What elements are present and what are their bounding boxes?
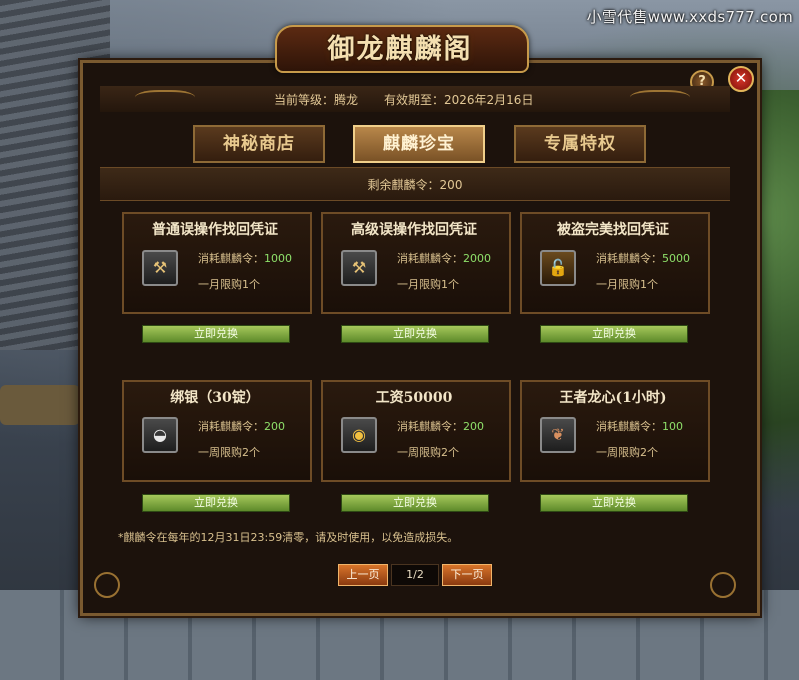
item-cost: 消耗麒麟令：200: [397, 420, 484, 433]
item-limit: 一周限购2个: [198, 446, 260, 459]
prev-page-button[interactable]: 上一页: [338, 564, 388, 586]
current-level: 当前等级：腾龙: [274, 93, 359, 107]
page-indicator: 1/2: [391, 564, 439, 586]
tab-qilin-treasure[interactable]: 麒麟珍宝: [353, 125, 485, 163]
window-title: 御龙麒麟阁: [327, 34, 473, 65]
redeem-button[interactable]: 立即兑换: [341, 494, 489, 512]
cloud-ornament-right: [630, 90, 690, 108]
item-cost: 消耗麒麟令：200: [198, 420, 285, 433]
item-title: 普通误操作找回凭证: [152, 222, 278, 238]
item-limit: 一月限购1个: [596, 278, 658, 291]
item-title: 被盗完美找回凭证: [557, 222, 669, 238]
watermark-text: 小雪代售www.xxds777.com: [586, 8, 793, 26]
tab-exclusive-privilege[interactable]: 专属特权: [514, 125, 646, 163]
item-title: 工资50000: [375, 390, 453, 406]
unlock-icon[interactable]: 🔓: [540, 250, 576, 286]
close-button[interactable]: ✕: [728, 66, 754, 92]
dragon-heart-icon[interactable]: ❦: [540, 417, 576, 453]
reset-notice: *麒麟令在每年的12月31日23:59清零，请及时使用，以免造成损失。: [118, 531, 459, 544]
wrench-icon[interactable]: ⚒: [142, 250, 178, 286]
gold-pile-icon[interactable]: ◉: [341, 417, 377, 453]
redeem-button[interactable]: 立即兑换: [540, 325, 688, 343]
item-limit: 一周限购2个: [596, 446, 658, 459]
redeem-button[interactable]: 立即兑换: [142, 494, 290, 512]
item-title: 王者龙心(1小时): [559, 390, 667, 406]
item-cost: 消耗麒麟令：5000: [596, 252, 690, 265]
redeem-button[interactable]: 立即兑换: [142, 325, 290, 343]
item-limit: 一周限购2个: [397, 446, 459, 459]
item-limit: 一月限购1个: [397, 278, 459, 291]
corner-ornament: [710, 572, 736, 598]
remaining-tokens: 剩余麒麟令：200: [367, 178, 463, 192]
item-title: 高级误操作找回凭证: [351, 222, 477, 238]
background-stall: [0, 385, 80, 425]
redeem-button[interactable]: 立即兑换: [341, 325, 489, 343]
item-cost: 消耗麒麟令：2000: [397, 252, 491, 265]
expiry-date: 有效期至：2026年2月16日: [384, 93, 534, 107]
tab-mystery-shop[interactable]: 神秘商店: [193, 125, 325, 163]
item-title: 绑银（30锭）: [170, 390, 260, 406]
silver-ingot-icon[interactable]: ◒: [142, 417, 178, 453]
next-page-button[interactable]: 下一页: [442, 564, 492, 586]
corner-ornament: [94, 572, 120, 598]
wrench-icon[interactable]: ⚒: [341, 250, 377, 286]
item-limit: 一月限购1个: [198, 278, 260, 291]
redeem-button[interactable]: 立即兑换: [540, 494, 688, 512]
item-cost: 消耗麒麟令：100: [596, 420, 683, 433]
cloud-ornament-left: [135, 90, 195, 108]
item-cost: 消耗麒麟令：1000: [198, 252, 292, 265]
